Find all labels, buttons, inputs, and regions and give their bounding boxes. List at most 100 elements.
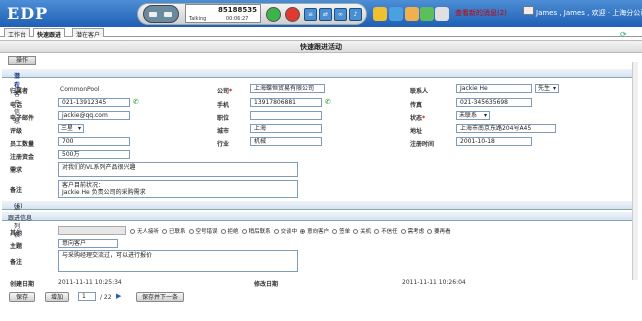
reg-capital-label: 注册资金	[10, 154, 35, 161]
calendar-icon[interactable]	[420, 7, 434, 21]
result-radio-option[interactable]: 已联系	[162, 229, 186, 235]
result-radio-option[interactable]: 空号错误	[188, 229, 218, 235]
radio-label: 拒绝	[227, 229, 239, 235]
radio-label: 已联系	[169, 229, 186, 235]
status-select[interactable]: 未联系	[456, 111, 490, 120]
created-label: 创建日期	[10, 281, 35, 288]
industry-label: 行业	[217, 141, 230, 148]
conference-icon[interactable]: ∞	[334, 8, 347, 21]
chat-icon[interactable]	[389, 7, 403, 21]
phone-input[interactable]: 021-13912345	[58, 98, 130, 107]
radio-circle-icon[interactable]	[353, 229, 359, 234]
radio-circle-icon[interactable]	[400, 229, 406, 234]
result-radio-group: 无人接听 已联系 空号错误 拒绝 稍后联系 交谈中 意向客户 签单 关机 不信任 需考虑 要再看	[130, 227, 454, 235]
result-radio-option[interactable]: 签单	[332, 229, 350, 235]
save-next-button[interactable]: 保存并下一条	[136, 292, 184, 302]
city-input[interactable]: 上海	[250, 124, 322, 133]
employees-input[interactable]: 700	[58, 137, 130, 146]
radio-label: 不信任	[381, 229, 398, 235]
reg-time-label: 注册时间	[410, 141, 435, 148]
result-radio-option[interactable]: 稍后联系	[241, 229, 271, 235]
transfer-icon[interactable]: ⇄	[319, 8, 332, 21]
radio-circle-icon[interactable]	[220, 229, 226, 234]
tab-potential-customer[interactable]: 潜在客户	[72, 28, 105, 39]
mute-icon[interactable]: ♪	[349, 8, 362, 21]
radio-label: 需考虑	[407, 229, 425, 235]
status-label: 状态*	[410, 115, 426, 122]
message-envelope-icon[interactable]	[523, 6, 534, 15]
radio-label: 关机	[360, 229, 372, 235]
radio-label: 无人接听	[137, 229, 160, 235]
page-total: / 22	[100, 294, 112, 301]
radio-circle-icon[interactable]	[162, 229, 168, 234]
address-input[interactable]: 上海市南京东路204号A45	[456, 124, 556, 133]
mobile-label: 手机	[217, 102, 230, 109]
hangup-call-icon[interactable]	[285, 7, 300, 22]
radio-circle-icon[interactable]	[300, 229, 306, 234]
dialpad-button[interactable]	[143, 5, 179, 23]
result-radio-option[interactable]: 要再看	[427, 229, 451, 235]
tab-quick-follow[interactable]: 快速跟进	[33, 28, 66, 39]
position-label: 职位	[217, 115, 230, 122]
company-input[interactable]: 上海蝶恒贸易有限公司	[250, 84, 325, 93]
save-button[interactable]: 保存	[9, 292, 35, 302]
demand-textarea[interactable]: 对我们的VL系列产品很兴趣	[58, 162, 298, 177]
page-input[interactable]: 1	[78, 292, 96, 301]
section-follow-info: 跟进信息	[2, 212, 638, 222]
section-title: 跟进信息	[8, 215, 33, 222]
reg-time-input[interactable]: 2001-10-18	[456, 137, 532, 146]
radio-label: 交谈中	[280, 229, 298, 235]
settings-icon[interactable]	[435, 7, 449, 21]
result-radio-option[interactable]: 拒绝	[220, 229, 239, 235]
section-activity-list[interactable]: 活动列表 (5)	[2, 201, 638, 239]
radio-label: 要再看	[434, 229, 451, 235]
fax-input[interactable]: 021-345635698	[456, 98, 532, 107]
rating-select[interactable]: 三星	[58, 124, 84, 133]
radio-circle-icon[interactable]	[130, 229, 135, 234]
user-status-icon[interactable]	[373, 7, 387, 21]
vertical-scrollbar[interactable]	[632, 62, 638, 280]
industry-input[interactable]: 机械	[250, 137, 322, 146]
next-page-icon[interactable]: ▶	[116, 292, 121, 300]
mobile-input[interactable]: 13917806881	[250, 98, 322, 107]
result-radio-option[interactable]: 无人接听	[130, 229, 159, 235]
refresh-icon[interactable]: ⟳	[620, 30, 627, 39]
radio-circle-icon[interactable]	[241, 229, 247, 234]
note-textarea[interactable]: 客户目前状况： Jackie He 负责公司的采购需求	[58, 180, 298, 198]
follow-note-textarea[interactable]: 与采购经理交流过，可以进行报价	[58, 250, 298, 272]
email-input[interactable]: jackie@qq.com	[58, 111, 130, 120]
answer-call-icon[interactable]	[266, 7, 281, 22]
employees-label: 员工数量	[10, 141, 35, 148]
other-input[interactable]	[58, 226, 126, 235]
app-logo: EDP	[7, 4, 49, 23]
fax-label: 传真	[410, 102, 423, 109]
dial-phone-icon[interactable]: ✆	[133, 98, 139, 106]
result-radio-option[interactable]: 交谈中	[273, 229, 298, 235]
contact-label: 联系人	[410, 88, 429, 95]
position-input[interactable]	[250, 111, 322, 120]
tab-workbench[interactable]: 工作台	[4, 28, 31, 39]
hold-icon[interactable]: ≡	[304, 8, 317, 21]
radio-circle-icon[interactable]	[332, 229, 338, 234]
result-radio-option[interactable]: 需考虑	[400, 229, 425, 235]
result-radio-option[interactable]: 意向客户	[300, 229, 329, 235]
owner-value: CommonPool	[60, 86, 100, 93]
radio-circle-icon[interactable]	[374, 229, 380, 234]
radio-circle-icon[interactable]	[273, 229, 279, 234]
dial-mobile-icon[interactable]: ✆	[325, 98, 331, 106]
new-messages-link[interactable]: 查看新的消息(2)	[455, 8, 507, 18]
add-button[interactable]: 增加	[45, 292, 69, 302]
radio-circle-icon[interactable]	[188, 229, 194, 234]
subject-label: 主题	[10, 243, 23, 250]
mail-icon[interactable]	[405, 7, 419, 21]
phone-label: 电话	[10, 102, 23, 109]
salutation-select[interactable]: 先生	[535, 84, 559, 93]
result-radio-option[interactable]: 不信任	[374, 229, 398, 235]
result-radio-option[interactable]: 关机	[353, 229, 371, 235]
note-label: 备注	[10, 187, 23, 194]
contact-input[interactable]: Jackie He	[456, 84, 532, 93]
operate-button[interactable]: 操作	[8, 56, 36, 65]
radio-circle-icon[interactable]	[427, 229, 433, 234]
reg-capital-input[interactable]: 500万	[58, 150, 130, 159]
subject-input[interactable]: 意向客户	[58, 239, 118, 248]
